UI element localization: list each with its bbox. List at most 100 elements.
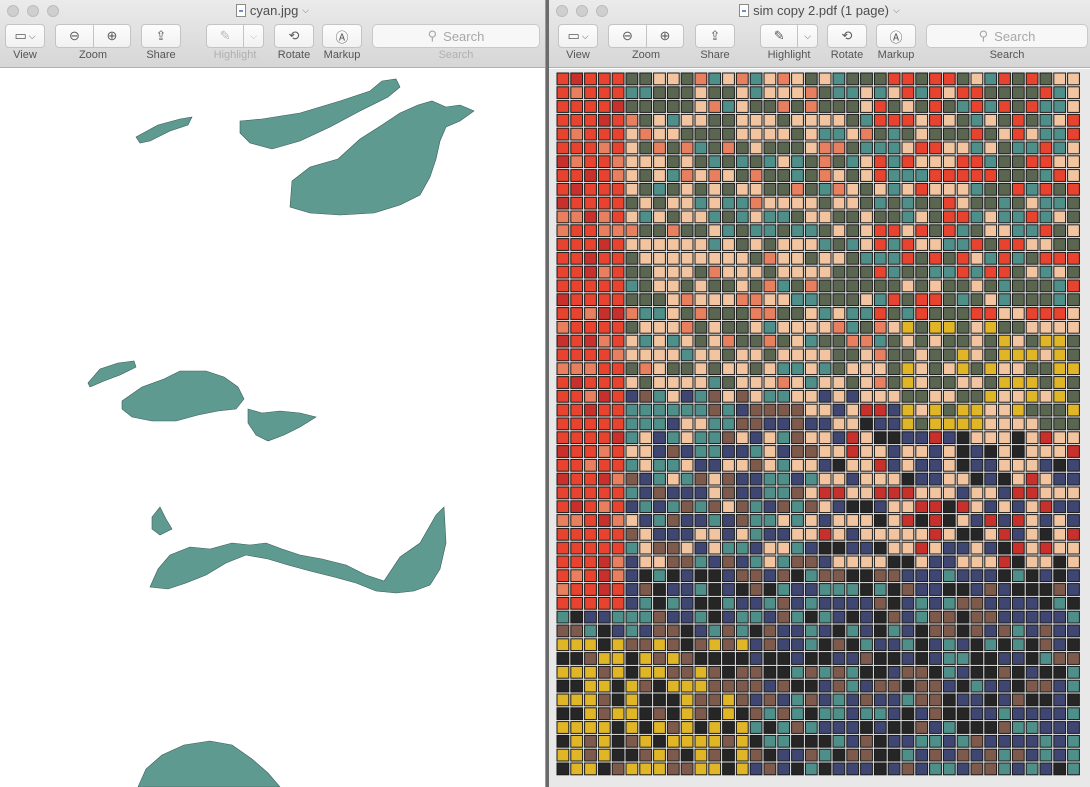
rotate-button[interactable]: ⟲ (274, 24, 314, 48)
zoom-control[interactable]: ⊖ ⊕ (608, 24, 684, 48)
mosaic-tile (791, 445, 804, 458)
mosaic-tile (1039, 431, 1053, 445)
markup-button[interactable]: Ⓐ (876, 24, 916, 48)
mosaic-tile (570, 500, 584, 514)
mosaic-tile (1025, 376, 1039, 389)
mosaic-tile (749, 279, 763, 293)
mosaic-tile (860, 265, 873, 279)
zoom-control[interactable]: ⊖ ⊕ (55, 24, 131, 48)
mosaic-tile (1011, 334, 1025, 348)
mosaic-tile (998, 182, 1011, 196)
mosaic-tile (901, 113, 915, 127)
mosaic-tile (887, 458, 901, 472)
mosaic-tile (708, 762, 722, 776)
highlight-menu-button[interactable]: ⌵ (243, 25, 263, 47)
mosaic-tile (680, 238, 694, 251)
mosaic-tile (1039, 72, 1053, 86)
highlight-menu-button[interactable]: ⌵ (797, 25, 817, 47)
mosaic-tile (584, 376, 597, 389)
mosaic-tile (639, 417, 653, 431)
window-title[interactable]: cyan.jpg ⌵ (0, 3, 545, 18)
search-field[interactable]: ⚲ Search (372, 24, 540, 48)
mosaic-tile (901, 86, 915, 100)
mosaic-tile (556, 334, 570, 348)
mosaic-tile (749, 251, 763, 265)
view-button[interactable]: ▭ ⌵ (5, 24, 45, 48)
search-field[interactable]: ⚲ Search (926, 24, 1088, 48)
mosaic-tile (1025, 707, 1039, 721)
mosaic-tile (666, 500, 680, 514)
mosaic-tile (984, 72, 998, 86)
mosaic-tile (970, 721, 984, 734)
highlight-button[interactable]: ✎ ⌵ (760, 24, 818, 48)
mosaic-tile (791, 307, 804, 320)
mosaic-tile (818, 541, 832, 555)
window-title[interactable]: sim copy 2.pdf (1 page) ⌵ (549, 3, 1090, 18)
mosaic-tile (887, 555, 901, 569)
mosaic-tile (1067, 238, 1080, 251)
mosaic-tile (887, 279, 901, 293)
highlight-pen-button[interactable]: ✎ (207, 25, 243, 47)
mosaic-tile (722, 196, 735, 210)
mosaic-tile (1067, 389, 1080, 403)
mosaic-tile (777, 196, 791, 210)
mosaic-tile (984, 652, 998, 665)
mosaic-tile (818, 389, 832, 403)
mosaic-tile (832, 762, 846, 776)
mosaic-tile (998, 127, 1011, 141)
zoom-out-button[interactable]: ⊖ (56, 25, 93, 47)
mosaic-tile (611, 583, 625, 596)
mosaic-tile (763, 514, 777, 527)
mosaic-tile (680, 431, 694, 445)
mosaic-tile (887, 210, 901, 224)
mosaic-tile (970, 113, 984, 127)
rotate-button[interactable]: ⟲ (827, 24, 867, 48)
mosaic-tile (763, 113, 777, 127)
markup-button[interactable]: Ⓐ (322, 24, 362, 48)
mosaic-tile (749, 417, 763, 431)
mosaic-tile (625, 100, 639, 113)
highlight-label: Highlight (213, 49, 257, 61)
mosaic-tile (860, 155, 873, 169)
mosaic-tile (1053, 693, 1067, 707)
mosaic-tile (970, 514, 984, 527)
zoom-out-button[interactable]: ⊖ (609, 25, 646, 47)
zoom-in-button[interactable]: ⊕ (646, 25, 683, 47)
mosaic-tile (722, 652, 735, 665)
mosaic-tile (666, 762, 680, 776)
mosaic-tile (1025, 472, 1039, 486)
mosaic-tile (653, 86, 666, 100)
mosaic-tile (722, 417, 735, 431)
mosaic-tile (749, 514, 763, 527)
mosaic-tile (625, 251, 639, 265)
share-button[interactable]: ⇪ (695, 24, 735, 48)
mosaic-tile (749, 624, 763, 638)
mosaic-tile (597, 348, 611, 362)
share-button[interactable]: ⇪ (141, 24, 181, 48)
mosaic-tile (942, 403, 956, 417)
mosaic-tile (998, 624, 1011, 638)
mosaic-tile (625, 169, 639, 182)
view-button[interactable]: ▭ ⌵ (558, 24, 598, 48)
mosaic-tile (749, 721, 763, 734)
mosaic-tile (832, 224, 846, 238)
mosaic-tile (722, 403, 735, 417)
mosaic-tile (694, 762, 708, 776)
mosaic-tile (611, 293, 625, 307)
mosaic-tile (804, 279, 818, 293)
mosaic-tile (611, 86, 625, 100)
highlight-button[interactable]: ✎ ⌵ (206, 24, 264, 48)
highlight-pen-button[interactable]: ✎ (761, 25, 797, 47)
mosaic-tile (832, 486, 846, 500)
mosaic-tile (970, 265, 984, 279)
mosaic-tile (846, 693, 860, 707)
zoom-in-button[interactable]: ⊕ (93, 25, 130, 47)
mosaic-tile (1011, 141, 1025, 155)
mosaic-tile (597, 555, 611, 569)
mosaic-tile (1067, 182, 1080, 196)
mosaic-tile (708, 113, 722, 127)
mosaic-tile (970, 307, 984, 320)
mosaic-tile (584, 417, 597, 431)
mosaic-tile (735, 569, 749, 583)
mosaic-tile (749, 403, 763, 417)
